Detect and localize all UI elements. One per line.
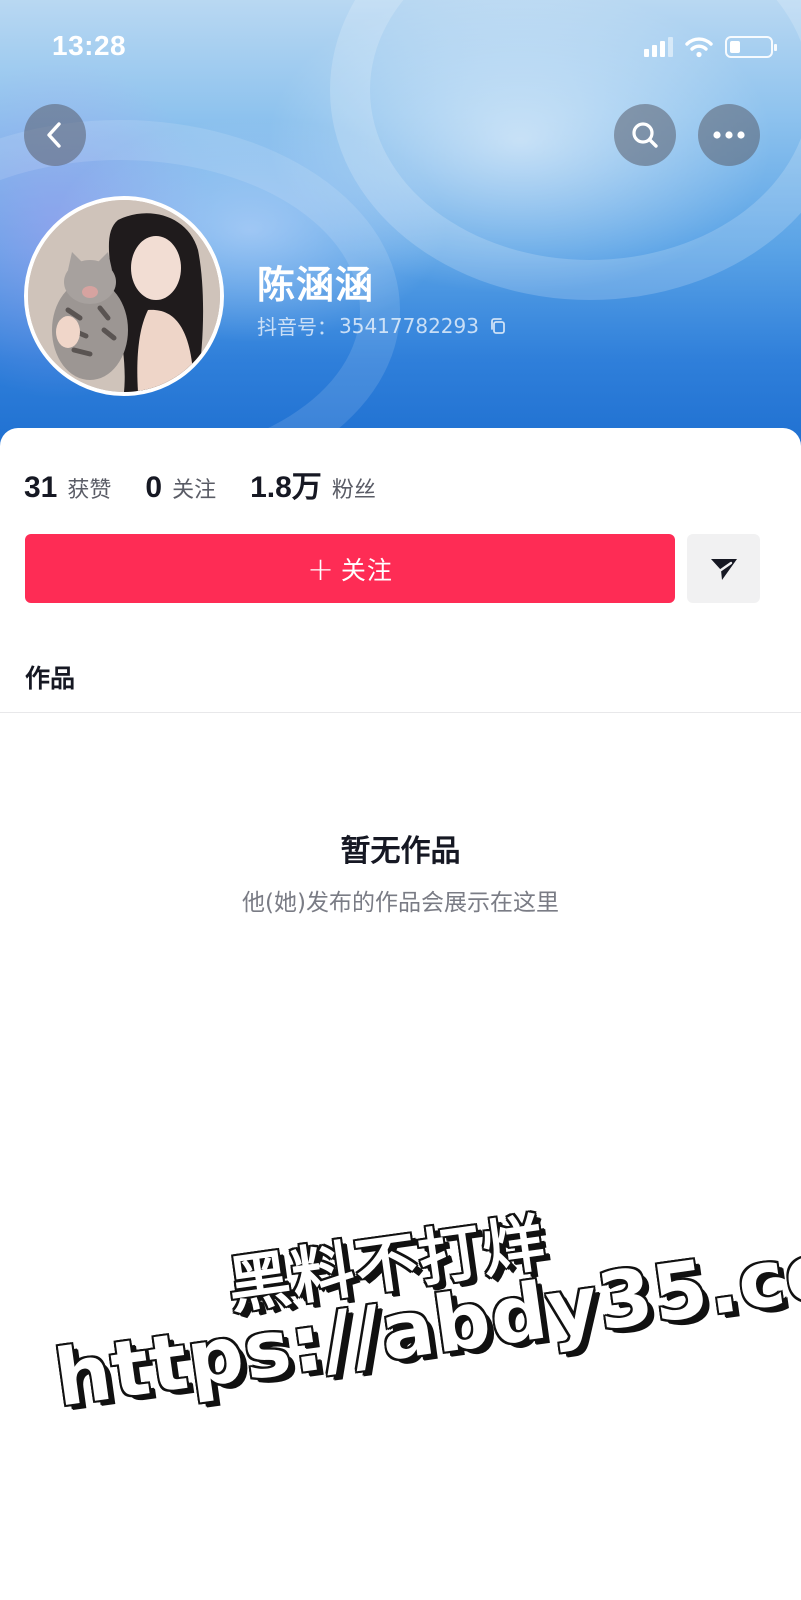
send-icon — [710, 558, 737, 580]
plus-icon: + — [307, 549, 335, 588]
stat-value: 31 — [24, 471, 58, 504]
stat-label: 关注 — [172, 478, 217, 503]
stat-label: 粉丝 — [331, 478, 376, 503]
douyin-id-value: 35417782293 — [339, 313, 479, 338]
stat-likes[interactable]: 31 获赞 — [24, 471, 111, 505]
battery-icon — [725, 36, 777, 58]
avatar[interactable] — [24, 196, 224, 396]
stat-following[interactable]: 0 关注 — [145, 471, 216, 505]
search-icon — [632, 122, 658, 148]
empty-state-title: 暂无作品 — [340, 834, 461, 869]
cellular-signal-icon — [644, 37, 673, 57]
douyin-id[interactable]: 抖音号： 35417782293 — [257, 311, 507, 340]
tab-works[interactable]: 作品 — [25, 659, 75, 695]
empty-state-subtitle: 他(她)发布的作品会展示在这里 — [242, 890, 559, 916]
status-bar: 13:28 — [0, 28, 801, 68]
stat-label: 获赞 — [67, 478, 112, 503]
follow-button[interactable]: + 关注 — [25, 534, 675, 603]
search-button[interactable] — [614, 104, 676, 166]
status-time: 13:28 — [52, 30, 127, 61]
more-button[interactable] — [698, 104, 760, 166]
back-button[interactable] — [24, 104, 86, 166]
stat-value: 0 — [145, 471, 163, 504]
profile-card: 31 获赞 0 关注 1.8万 粉丝 + 关注 作品 暂无作品 他(她)发布的作… — [0, 428, 801, 1600]
profile-name: 陈涵涵 — [257, 263, 375, 307]
follow-label: 关注 — [340, 555, 393, 585]
share-button[interactable] — [687, 534, 760, 603]
douyin-id-label: 抖音号： — [257, 315, 337, 339]
stat-followers[interactable]: 1.8万 粉丝 — [250, 462, 376, 506]
more-dots-icon — [713, 131, 745, 139]
chevron-left-icon — [47, 122, 61, 148]
copy-icon[interactable] — [489, 317, 507, 335]
status-icons — [644, 36, 777, 58]
avatar-photo — [28, 200, 220, 392]
profile-stats: 31 获赞 0 关注 1.8万 粉丝 — [24, 462, 410, 506]
tab-divider — [0, 712, 801, 713]
wifi-icon — [685, 37, 713, 58]
stat-value: 1.8万 — [250, 471, 322, 504]
